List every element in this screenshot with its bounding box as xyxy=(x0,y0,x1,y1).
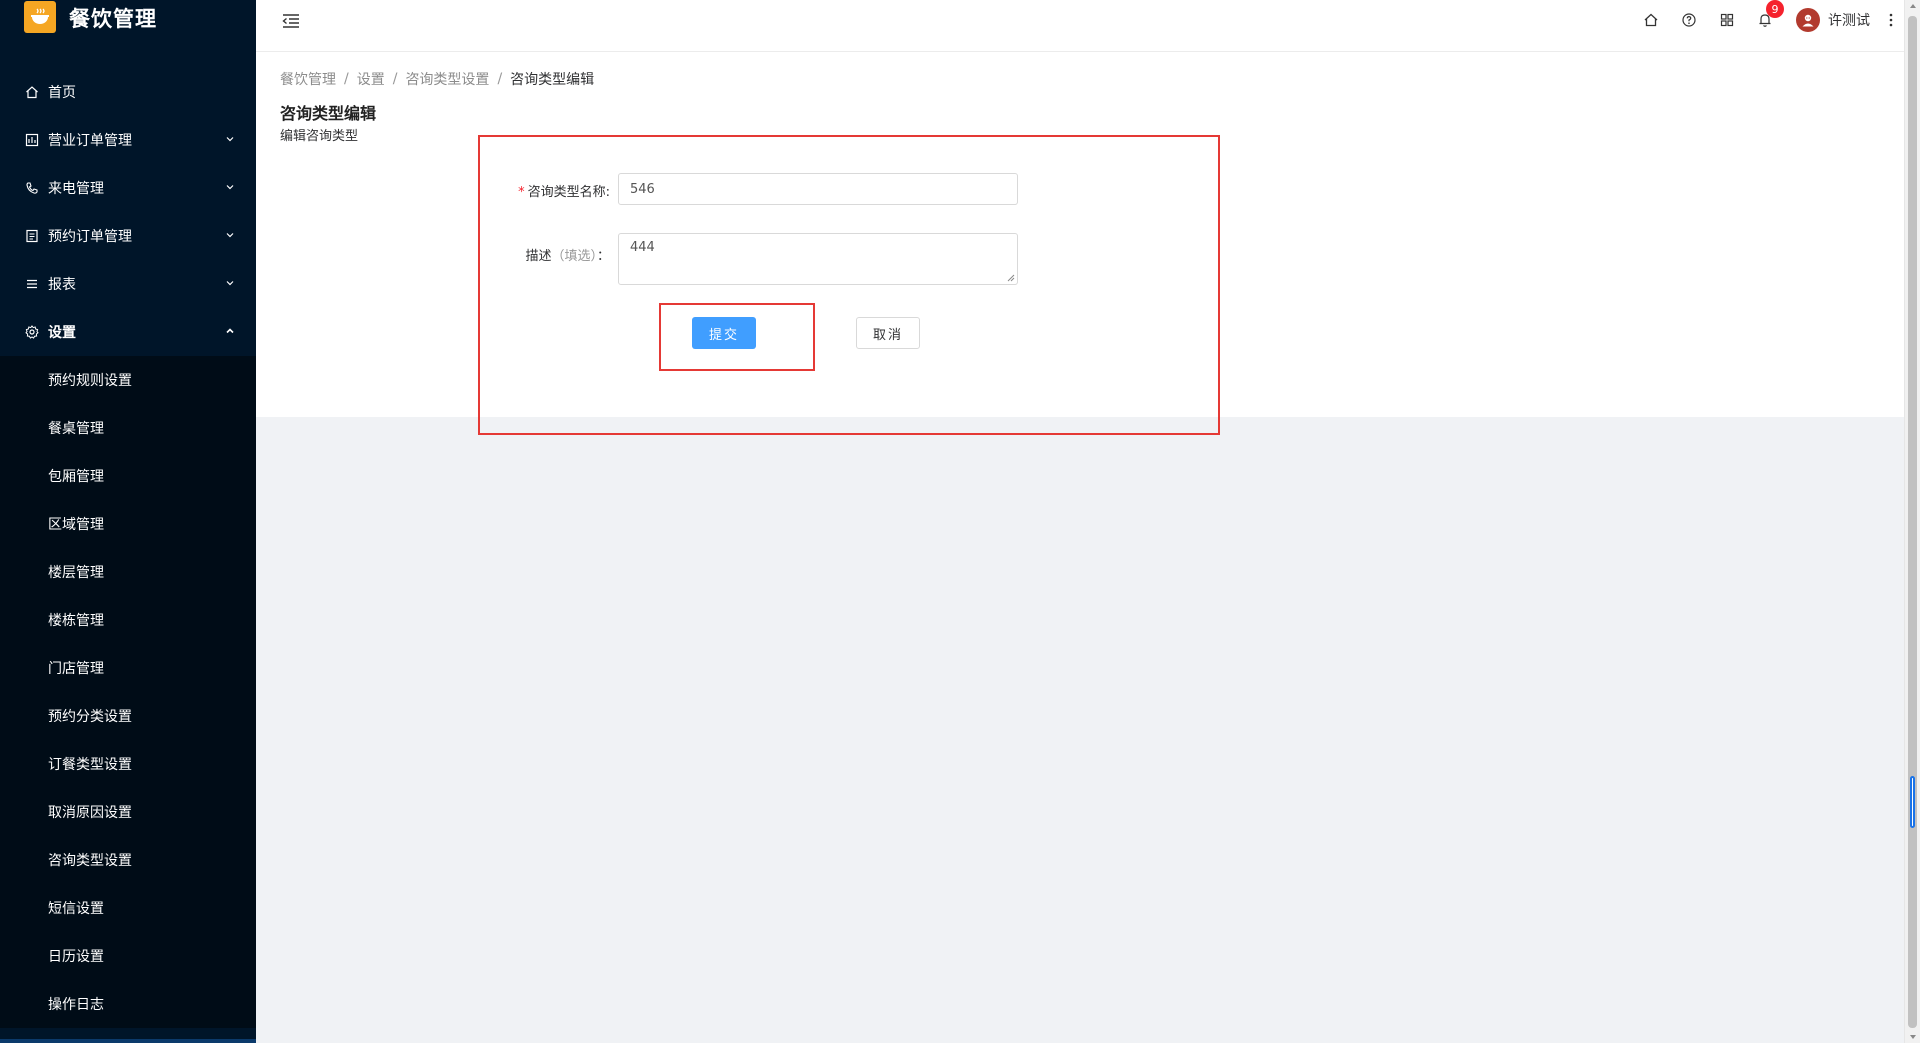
sidebar-item-business-orders[interactable]: 营业订单管理 xyxy=(0,116,256,164)
desc-optional-hint: （填选） xyxy=(551,249,597,264)
avatar xyxy=(1796,8,1820,32)
name-field-label: * 咨询类型名称: xyxy=(508,181,610,200)
sidebar-item-booking-orders[interactable]: 预约订单管理 xyxy=(0,212,256,260)
username: 许测试 xyxy=(1828,13,1870,29)
consult-type-name-input[interactable]: 546 xyxy=(618,173,1018,205)
cancel-button[interactable]: 取消 xyxy=(856,317,920,349)
desc-label-text: 描述 xyxy=(525,249,552,264)
sidebar-item-label: 营业订单管理 xyxy=(48,133,132,149)
sidebar-bottom-bar xyxy=(0,1039,256,1043)
more-vertical-icon[interactable] xyxy=(1884,10,1898,30)
logo-icon xyxy=(24,1,56,33)
breadcrumb-item[interactable]: 咨询类型设置 xyxy=(405,69,489,89)
scroll-thumb[interactable] xyxy=(1908,16,1917,1028)
report-icon xyxy=(24,276,40,292)
description-textarea[interactable]: 444 xyxy=(618,233,1018,285)
desc-colon: ： xyxy=(596,249,610,264)
chevron-down-icon xyxy=(226,185,234,190)
sidebar-subitem-areas[interactable]: 区域管理 xyxy=(0,500,256,548)
sidebar-subitem-buildings[interactable]: 楼栋管理 xyxy=(0,596,256,644)
resize-grip-icon[interactable] xyxy=(1007,274,1015,282)
required-mark: * xyxy=(518,185,525,200)
help-icon[interactable] xyxy=(1670,1,1708,39)
breadcrumb-item[interactable]: 餐饮管理 xyxy=(280,69,336,89)
breadcrumb-current: 咨询类型编辑 xyxy=(510,72,595,88)
scroll-up-arrow-icon[interactable] xyxy=(1909,2,1917,10)
sidebar-subitem-order-types[interactable]: 订餐类型设置 xyxy=(0,740,256,788)
user-menu[interactable]: 许测试 xyxy=(1796,8,1870,32)
name-label-text: 咨询类型名称: xyxy=(527,185,610,200)
chevron-down-icon xyxy=(226,281,234,286)
sidebar-item-label: 报表 xyxy=(48,277,76,293)
sidebar: 餐饮管理 首页 营业订单管理 来电管理 预约订单管理 报表 设置 预约规则设置 … xyxy=(0,0,256,1043)
settings-submenu: 预约规则设置 餐桌管理 包厢管理 区域管理 楼层管理 楼栋管理 门店管理 预约分… xyxy=(0,356,256,1028)
top-header: 9 许测试 xyxy=(256,0,1904,52)
menu-collapse-icon[interactable] xyxy=(280,10,302,32)
sidebar-subitem-sms[interactable]: 短信设置 xyxy=(0,884,256,932)
sidebar-item-reports[interactable]: 报表 xyxy=(0,260,256,308)
sidebar-item-label: 首页 xyxy=(48,85,76,101)
sidebar-subitem-consult-types[interactable]: 咨询类型设置 xyxy=(0,836,256,884)
scroll-indicator xyxy=(1910,776,1915,828)
notification-bell-icon[interactable]: 9 xyxy=(1746,0,1784,39)
apps-grid-icon[interactable] xyxy=(1708,1,1746,39)
sidebar-subitem-booking-rules[interactable]: 预约规则设置 xyxy=(0,356,256,404)
sidebar-item-settings[interactable]: 设置 xyxy=(0,308,256,356)
breadcrumb-item[interactable]: 设置 xyxy=(357,69,385,89)
sidebar-item-label: 预约订单管理 xyxy=(48,229,132,245)
chevron-down-icon xyxy=(226,233,234,238)
desc-field-label: 描述（填选）： xyxy=(500,245,610,264)
logo[interactable]: 餐饮管理 xyxy=(0,0,256,42)
page-title: 咨询类型编辑 xyxy=(280,104,377,123)
sidebar-subitem-booking-categories[interactable]: 预约分类设置 xyxy=(0,692,256,740)
scroll-down-arrow-icon[interactable] xyxy=(1909,1033,1917,1041)
phone-icon xyxy=(24,180,40,196)
order-icon xyxy=(24,132,40,148)
chevron-up-icon xyxy=(226,328,234,334)
app-title: 餐饮管理 xyxy=(69,7,157,31)
notification-badge: 9 xyxy=(1766,0,1784,18)
home-icon[interactable] xyxy=(1632,1,1670,39)
sidebar-menu: 首页 营业订单管理 来电管理 预约订单管理 报表 设置 预约规则设置 餐桌管理 … xyxy=(0,68,256,1028)
sidebar-subitem-tables[interactable]: 餐桌管理 xyxy=(0,404,256,452)
sidebar-subitem-operation-log[interactable]: 操作日志 xyxy=(0,980,256,1028)
sidebar-subitem-floors[interactable]: 楼层管理 xyxy=(0,548,256,596)
breadcrumb-separator: / xyxy=(344,71,349,87)
sidebar-subitem-calendar[interactable]: 日历设置 xyxy=(0,932,256,980)
page-subtitle: 编辑咨询类型 xyxy=(280,129,359,144)
breadcrumb-separator: / xyxy=(497,71,503,87)
input-value: 546 xyxy=(630,181,655,197)
sidebar-item-calls[interactable]: 来电管理 xyxy=(0,164,256,212)
submit-button[interactable]: 提交 xyxy=(692,317,756,349)
sidebar-item-home[interactable]: 首页 xyxy=(0,68,256,116)
sidebar-subitem-stores[interactable]: 门店管理 xyxy=(0,644,256,692)
booking-icon xyxy=(24,228,40,244)
sidebar-subitem-private-rooms[interactable]: 包厢管理 xyxy=(0,452,256,500)
home-icon xyxy=(24,84,40,100)
breadcrumb-separator: / xyxy=(392,71,398,87)
header-actions: 9 许测试 xyxy=(1632,0,1904,40)
vertical-scrollbar[interactable] xyxy=(1904,0,1920,1043)
chevron-down-icon xyxy=(226,137,234,142)
sidebar-item-label: 来电管理 xyxy=(48,181,104,197)
sidebar-subitem-cancel-reasons[interactable]: 取消原因设置 xyxy=(0,788,256,836)
settings-icon xyxy=(24,324,40,340)
textarea-value: 444 xyxy=(630,240,655,255)
breadcrumb: 餐饮管理 / 设置 / 咨询类型设置 / 咨询类型编辑 xyxy=(280,69,594,89)
sidebar-item-label: 设置 xyxy=(48,325,76,341)
